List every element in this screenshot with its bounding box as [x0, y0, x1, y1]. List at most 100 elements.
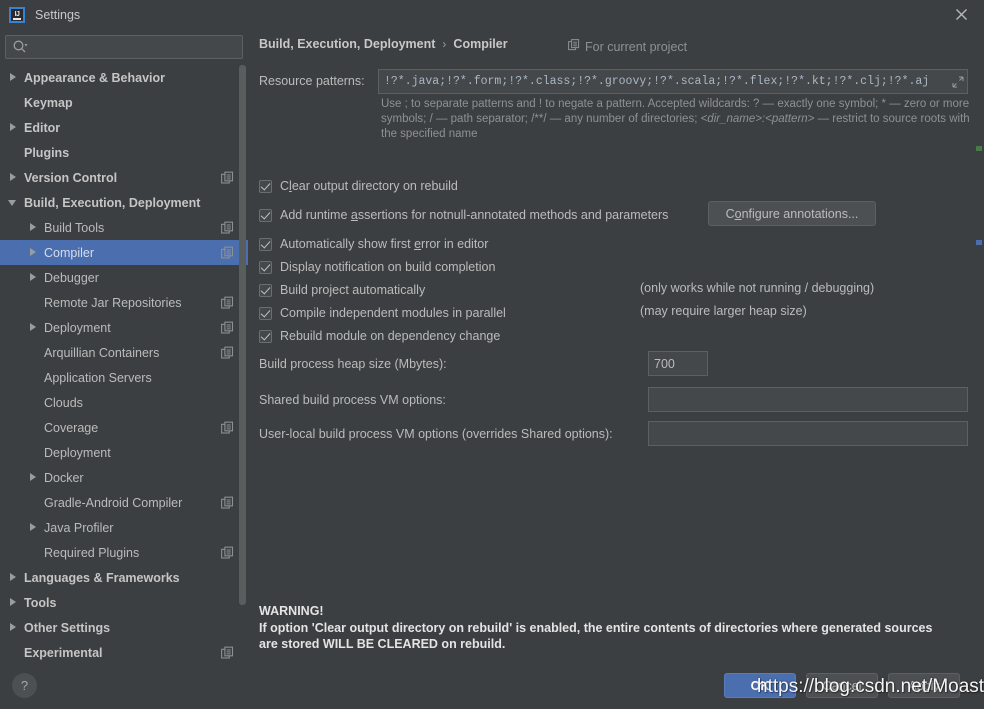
sidebar-item-deployment[interactable]: Deployment	[0, 440, 248, 465]
chevron-right-icon[interactable]	[28, 222, 39, 233]
sidebar-item-application-servers[interactable]: Application Servers	[0, 365, 248, 390]
checkbox-row-3[interactable]: Display notification on build completion	[259, 258, 495, 276]
chevron-right-icon[interactable]	[8, 122, 19, 133]
resource-patterns-label: Resource patterns:	[259, 74, 365, 88]
sidebar-item-label: Appearance & Behavior	[24, 71, 165, 85]
sidebar-item-keymap[interactable]: Keymap	[0, 90, 248, 115]
chevron-right-icon[interactable]	[8, 572, 19, 583]
sidebar-item-appearance-behavior[interactable]: Appearance & Behavior	[0, 65, 248, 90]
chevron-right-icon[interactable]	[8, 622, 19, 633]
sidebar-item-label: Keymap	[24, 96, 73, 110]
marker-blue	[976, 240, 982, 245]
sidebar-item-debugger[interactable]: Debugger	[0, 265, 248, 290]
sidebar-item-clouds[interactable]: Clouds	[0, 390, 248, 415]
checkbox-2[interactable]	[259, 238, 272, 251]
search-box[interactable]	[5, 35, 243, 59]
sidebar-item-editor[interactable]: Editor	[0, 115, 248, 140]
chevron-right-icon[interactable]	[8, 72, 19, 83]
checkbox-row-1[interactable]: Add runtime assertions for notnull-annot…	[259, 206, 668, 224]
search-field-wrapper	[5, 35, 243, 59]
shared-vm-options-label: Shared build process VM options:	[259, 393, 446, 407]
checkbox-row-5[interactable]: Compile independent modules in parallel	[259, 304, 506, 322]
sidebar-item-label: Clouds	[44, 396, 83, 410]
chevron-right-icon[interactable]	[28, 247, 39, 258]
chevron-right-icon[interactable]	[28, 522, 39, 533]
help-button[interactable]: ?	[12, 673, 37, 698]
sidebar-item-coverage[interactable]: Coverage	[0, 415, 248, 440]
cancel-button[interactable]: Cancel	[806, 673, 878, 698]
sidebar-item-label: Build, Execution, Deployment	[24, 196, 200, 210]
checkbox-label-0: Clear output directory on rebuild	[280, 179, 458, 193]
sidebar-item-build-tools[interactable]: Build Tools	[0, 215, 248, 240]
checkbox-label-4: Build project automatically	[280, 283, 425, 297]
checkbox-label-pre: Rebuild module on dependency change	[280, 329, 500, 343]
sidebar-item-required-plugins[interactable]: Required Plugins	[0, 540, 248, 565]
resource-patterns-field[interactable]	[378, 69, 968, 94]
checkbox-label-pre: Add runtime	[280, 208, 351, 222]
ok-button[interactable]: OK	[724, 673, 796, 698]
checkbox-row-6[interactable]: Rebuild module on dependency change	[259, 327, 500, 345]
sidebar-item-deployment[interactable]: Deployment	[0, 315, 248, 340]
checkbox-0[interactable]	[259, 180, 272, 193]
shared-vm-options-input[interactable]	[649, 388, 967, 411]
sidebar-item-docker[interactable]: Docker	[0, 465, 248, 490]
project-scope-icon	[221, 246, 234, 259]
user-local-vm-options-input[interactable]	[649, 422, 967, 445]
sidebar-item-languages-frameworks[interactable]: Languages & Frameworks	[0, 565, 248, 590]
project-scope-icon	[221, 171, 234, 184]
chevron-right-icon[interactable]	[28, 472, 39, 483]
sidebar-item-version-control[interactable]: Version Control	[0, 165, 248, 190]
close-icon[interactable]	[938, 0, 984, 29]
sidebar-item-arquillian-containers[interactable]: Arquillian Containers	[0, 340, 248, 365]
checkbox-label-2: Automatically show first error in editor	[280, 237, 488, 251]
chevron-right-icon[interactable]	[28, 322, 39, 333]
window-title: Settings	[35, 8, 80, 22]
settings-sidebar: Appearance & Behavior Keymap EditorPlugins…	[0, 29, 248, 667]
shared-vm-options-field[interactable]	[648, 387, 968, 412]
checkbox-row-4[interactable]: Build project automatically	[259, 281, 425, 299]
resource-patterns-input[interactable]	[379, 70, 949, 93]
apply-button[interactable]: Apply	[888, 673, 960, 698]
sidebar-scrollbar[interactable]	[239, 65, 246, 667]
hint-italic: <dir_name>:<pattern>	[701, 113, 815, 125]
breadcrumb-parent[interactable]: Build, Execution, Deployment	[259, 37, 435, 51]
checkbox-row-2[interactable]: Automatically show first error in editor	[259, 235, 488, 253]
heap-size-input[interactable]	[649, 352, 707, 375]
configure-annotations-button[interactable]: Configure annotations...	[708, 201, 876, 226]
sidebar-item-plugins[interactable]: Plugins	[0, 140, 248, 165]
warning-line-3: are stored WILL BE CLEARED on rebuild.	[259, 636, 974, 653]
configure-annotations-mnemonic: o	[735, 207, 742, 221]
sidebar-item-label: Compiler	[44, 246, 94, 260]
sidebar-scrollbar-thumb[interactable]	[239, 65, 246, 605]
sidebar-item-experimental[interactable]: Experimental	[0, 640, 248, 665]
search-icon	[12, 39, 28, 55]
checkbox-1[interactable]	[259, 209, 272, 222]
checkbox-row-0[interactable]: Clear output directory on rebuild	[259, 177, 458, 195]
tree-spacer	[28, 497, 39, 508]
sidebar-item-java-profiler[interactable]: Java Profiler	[0, 515, 248, 540]
search-input[interactable]	[28, 36, 242, 58]
chevron-down-icon[interactable]	[8, 197, 19, 208]
chevron-right-icon[interactable]	[8, 597, 19, 608]
chevron-right-icon[interactable]	[28, 272, 39, 283]
checkbox-5[interactable]	[259, 307, 272, 320]
sidebar-item-remote-jar-repositories[interactable]: Remote Jar Repositories	[0, 290, 248, 315]
sidebar-item-other-settings[interactable]: Other Settings	[0, 615, 248, 640]
sidebar-item-build-execution-deployment[interactable]: Build, Execution, Deployment	[0, 190, 248, 215]
sidebar-item-compiler[interactable]: Compiler	[0, 240, 248, 265]
build-automatically-note: (only works while not running / debuggin…	[640, 281, 874, 295]
checkbox-4[interactable]	[259, 284, 272, 297]
sidebar-item-label: Build Tools	[44, 221, 104, 235]
checkbox-label-mnemonic: e	[414, 237, 421, 251]
checkbox-label-post: ear output directory on rebuild	[292, 179, 458, 193]
heap-size-field[interactable]	[648, 351, 708, 376]
dialog-footer: ? OK Cancel Apply	[0, 667, 984, 709]
sidebar-item-label: Version Control	[24, 171, 117, 185]
checkbox-3[interactable]	[259, 261, 272, 274]
sidebar-item-gradle-android-compiler[interactable]: Gradle-Android Compiler	[0, 490, 248, 515]
user-local-vm-options-field[interactable]	[648, 421, 968, 446]
expand-icon[interactable]	[949, 70, 967, 93]
sidebar-item-tools[interactable]: Tools	[0, 590, 248, 615]
checkbox-6[interactable]	[259, 330, 272, 343]
chevron-right-icon[interactable]	[8, 172, 19, 183]
